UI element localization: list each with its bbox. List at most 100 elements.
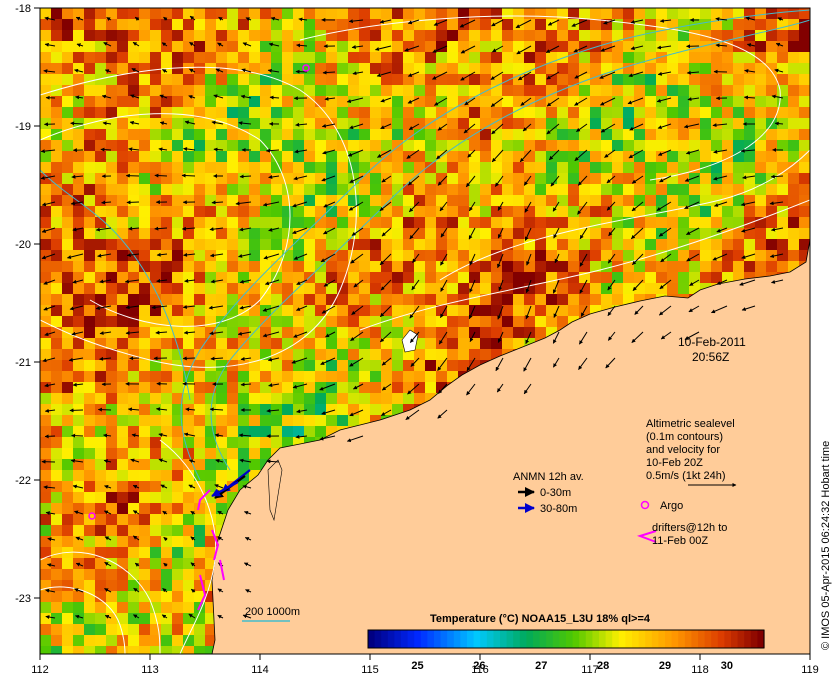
sst-cell: [172, 305, 183, 316]
alt-legend-line: 10-Feb 20Z: [646, 457, 703, 469]
sst-cell: [733, 239, 744, 250]
sst-cell: [480, 41, 491, 52]
sst-cell: [293, 294, 304, 305]
sst-cell: [73, 151, 84, 162]
sst-cell: [117, 129, 128, 140]
sst-cell: [458, 349, 469, 360]
sst-cell: [513, 162, 524, 173]
sst-cell: [678, 217, 689, 228]
sst-cell: [194, 151, 205, 162]
sst-cell: [106, 371, 117, 382]
sst-cell: [348, 52, 359, 63]
sst-cell: [205, 437, 216, 448]
sst-cell: [788, 107, 799, 118]
sst-cell: [568, 217, 579, 228]
sst-cell: [117, 85, 128, 96]
sst-cell: [513, 118, 524, 129]
sst-cell: [73, 184, 84, 195]
sst-cell: [315, 349, 326, 360]
sst-cell: [84, 470, 95, 481]
sst-cell: [337, 349, 348, 360]
sst-cell: [392, 8, 403, 19]
sst-cell: [502, 272, 513, 283]
sst-cell: [139, 547, 150, 558]
sst-cell: [194, 8, 205, 19]
sst-cell: [51, 239, 62, 250]
sst-cell: [172, 74, 183, 85]
sst-cell: [370, 404, 381, 415]
sst-cell: [40, 525, 51, 536]
sst-cell: [656, 8, 667, 19]
sst-cell: [139, 41, 150, 52]
sst-cell: [249, 107, 260, 118]
sst-cell: [84, 272, 95, 283]
sst-cell: [150, 63, 161, 74]
sst-cell: [590, 63, 601, 74]
sst-cell: [326, 162, 337, 173]
sst-cell: [293, 316, 304, 327]
sst-cell: [238, 206, 249, 217]
sst-cell: [689, 129, 700, 140]
sst-cell: [260, 173, 271, 184]
sst-cell: [777, 217, 788, 228]
sst-cell: [73, 492, 84, 503]
sst-cell: [337, 217, 348, 228]
sst-cell: [194, 173, 205, 184]
sst-cell: [436, 129, 447, 140]
sst-cell: [40, 393, 51, 404]
sst-cell: [73, 173, 84, 184]
sst-cell: [304, 393, 315, 404]
sst-cell: [623, 272, 634, 283]
sst-cell: [62, 173, 73, 184]
sst-cell: [381, 52, 392, 63]
sst-cell: [535, 316, 546, 327]
colorbar-segment: [440, 630, 448, 648]
sst-cell: [359, 184, 370, 195]
sst-cell: [172, 107, 183, 118]
sst-cell: [62, 624, 73, 635]
sst-cell: [700, 250, 711, 261]
sst-cell: [51, 448, 62, 459]
colorbar-segment: [480, 630, 488, 648]
sst-cell: [150, 162, 161, 173]
sst-map: 112 113 114 115 116 117 118 119 -18-19-20-21-22…: [15, 3, 832, 676]
sst-cell: [403, 371, 414, 382]
sst-cell: [238, 140, 249, 151]
sst-cell: [95, 316, 106, 327]
sst-cell: [183, 624, 194, 635]
sst-cell: [403, 63, 414, 74]
sst-cell: [568, 261, 579, 272]
sst-cell: [40, 184, 51, 195]
sst-cell: [150, 206, 161, 217]
sst-cell: [678, 283, 689, 294]
sst-cell: [359, 206, 370, 217]
sst-cell: [282, 294, 293, 305]
sst-cell: [502, 195, 513, 206]
sst-cell: [260, 85, 271, 96]
sst-cell: [722, 162, 733, 173]
sst-cell: [238, 316, 249, 327]
sst-cell: [161, 239, 172, 250]
sst-cell: [227, 371, 238, 382]
sst-cell: [447, 228, 458, 239]
sst-cell: [425, 129, 436, 140]
sst-cell: [139, 294, 150, 305]
sst-cell: [370, 382, 381, 393]
sst-cell: [733, 96, 744, 107]
sst-cell: [469, 184, 480, 195]
sst-cell: [502, 96, 513, 107]
sst-cell: [84, 129, 95, 140]
sst-cell: [777, 239, 788, 250]
colorbar-segment: [750, 630, 758, 648]
sst-cell: [51, 437, 62, 448]
sst-cell: [469, 107, 480, 118]
sst-cell: [436, 338, 447, 349]
sst-cell: [337, 8, 348, 19]
sst-cell: [766, 261, 777, 272]
sst-cell: [601, 184, 612, 195]
sst-cell: [194, 382, 205, 393]
sst-cell: [579, 294, 590, 305]
sst-cell: [62, 426, 73, 437]
sst-cell: [436, 184, 447, 195]
sst-cell: [623, 250, 634, 261]
